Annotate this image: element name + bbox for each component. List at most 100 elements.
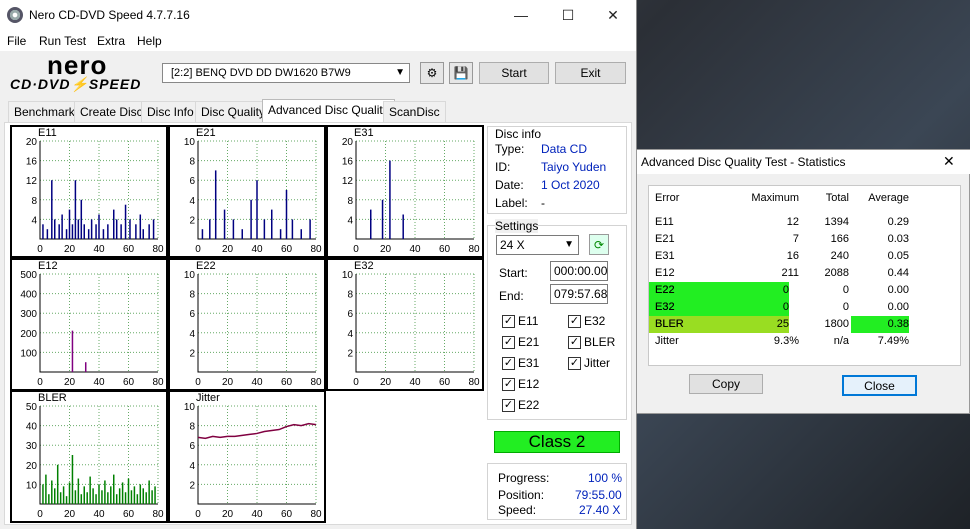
stats-cell-max: 7 xyxy=(792,233,799,245)
checkbox-e32[interactable]: ✓ xyxy=(568,315,581,328)
y-tick-label: 4 xyxy=(347,215,353,226)
exit-button[interactable]: Exit xyxy=(555,62,626,84)
stats-cell-error: E31 xyxy=(655,250,675,262)
tab-advanced-disc-quality[interactable]: Advanced Disc Quality xyxy=(262,99,395,122)
checkbox-e12[interactable]: ✓ xyxy=(502,378,515,391)
chart-jitter: Jitter 10 8 6 4 2 0 20 40 60 80 xyxy=(168,390,326,523)
stats-cell-avg: 0.44 xyxy=(887,267,909,279)
disc-date-value: 1 Oct 2020 xyxy=(541,178,600,192)
menu-run-test[interactable]: Run Test xyxy=(39,34,86,48)
chart-plot: 1086420 20 40 60 80 xyxy=(184,137,322,255)
chart-plot: 1086420 20 40 60 80 xyxy=(342,270,480,388)
chart-bler: BLER 50 40 30 20 10 0 20 40 60 80 xyxy=(10,390,168,523)
y-tick-label: 4 xyxy=(189,461,195,472)
end-label: End: xyxy=(499,289,524,303)
x-tick-label: 60 xyxy=(281,377,293,388)
position-label: Position: xyxy=(498,488,545,502)
start-button[interactable]: Start xyxy=(479,62,549,84)
stats-cell-avg: 7.49% xyxy=(877,335,909,347)
menu-help[interactable]: Help xyxy=(137,34,162,48)
start-time-field[interactable]: 000:00.00 xyxy=(550,261,608,281)
x-tick-label: 60 xyxy=(123,377,135,388)
end-time-field[interactable]: 079:57.68 xyxy=(550,284,608,304)
y-tick-label: 2 xyxy=(189,215,195,226)
x-tick-label: 20 xyxy=(64,509,76,520)
drive-select-value: [2:2] BENQ DVD DD DW1620 B7W9 xyxy=(171,67,351,79)
stats-header: Maximum xyxy=(751,192,799,204)
menu-file[interactable]: File xyxy=(7,34,26,48)
tab-scandisc[interactable]: ScanDisc xyxy=(383,101,446,122)
x-tick-label: 80 xyxy=(468,244,480,255)
stats-cell-avg: 0.38 xyxy=(851,316,909,333)
y-tick-label: 2 xyxy=(189,348,195,359)
window-title: Nero CD-DVD Speed 4.7.7.16 xyxy=(29,8,190,22)
statistics-dialog: Advanced Disc Quality Test - Statistics … xyxy=(636,149,970,414)
x-tick-label: 80 xyxy=(310,244,322,255)
stats-close-button[interactable]: Close xyxy=(842,375,917,396)
tab-benchmark[interactable]: Benchmark xyxy=(8,101,81,122)
y-tick-label: 4 xyxy=(189,196,195,207)
checkbox-e31[interactable]: ✓ xyxy=(502,357,515,370)
chart-plot: 201612840 20 40 60 80 xyxy=(342,137,480,255)
x-tick-label: 0 xyxy=(353,244,359,255)
x-tick-label: 0 xyxy=(195,509,201,520)
stats-cell-max: 16 xyxy=(786,250,799,262)
close-button[interactable]: ✕ xyxy=(590,0,636,31)
y-tick-label: 6 xyxy=(189,309,195,320)
disc-type-value: Data CD xyxy=(541,142,588,156)
x-tick-label: 80 xyxy=(152,509,164,520)
x-tick-label: 80 xyxy=(152,377,164,388)
checkbox-e21[interactable]: ✓ xyxy=(502,336,515,349)
disc-info-heading: Disc info xyxy=(495,127,542,141)
stats-header: Average xyxy=(868,192,909,204)
checkbox-e22[interactable]: ✓ xyxy=(502,399,515,412)
x-tick-label: 20 xyxy=(64,377,76,388)
stats-cell-total: 240 xyxy=(830,250,849,262)
stats-close-icon[interactable]: ✕ xyxy=(943,153,955,170)
stats-cell-total: 1394 xyxy=(824,216,849,228)
drive-select[interactable]: [2:2] BENQ DVD DD DW1620 B7W9 ▼ xyxy=(162,63,410,83)
speed-select[interactable]: 24 X ▼ xyxy=(496,235,579,255)
stats-cell-error: E21 xyxy=(655,233,675,245)
stats-cell-avg: 0.03 xyxy=(887,233,909,245)
x-tick-label: 40 xyxy=(93,377,105,388)
stats-table: Error Maximum Total Average E11 12 1394 0.29 E21… xyxy=(648,185,961,366)
checkbox-jitter[interactable]: ✓ xyxy=(568,357,581,370)
x-tick-label: 40 xyxy=(93,509,105,520)
chevron-down-icon: ▼ xyxy=(395,67,405,78)
checkbox-label: E32 xyxy=(584,314,606,328)
y-tick-label: 6 xyxy=(189,441,195,452)
save-icon[interactable]: 💾 xyxy=(449,62,473,84)
x-tick-label: 20 xyxy=(222,509,234,520)
settings-heading: Settings xyxy=(495,219,539,233)
checkbox-bler[interactable]: ✓ xyxy=(568,336,581,349)
tab-disc-quality[interactable]: Disc Quality xyxy=(195,101,272,122)
id-label: ID: xyxy=(495,160,511,174)
stats-cell-total: 0 xyxy=(842,301,849,313)
y-tick-label: 2 xyxy=(347,348,353,359)
stats-cell-max: 211 xyxy=(781,267,799,279)
chart-plot: 500 400 300 200 100 0 20 40 60 80 xyxy=(20,270,164,388)
speed-value: 27.40 X xyxy=(579,503,621,517)
checkbox-e11[interactable]: ✓ xyxy=(502,315,515,328)
chart-plot: 1086420 20 40 60 80 xyxy=(184,402,322,520)
stats-cell-error-label: BLER xyxy=(655,318,684,330)
x-tick-label: 40 xyxy=(251,509,263,520)
y-tick-label: 16 xyxy=(26,157,38,168)
maximize-button[interactable]: ☐ xyxy=(545,0,591,31)
disc-id-value: Taiyo Yuden xyxy=(541,160,607,174)
disc-info-icon[interactable]: ⚙ xyxy=(420,62,444,84)
minimize-button[interactable]: — xyxy=(498,0,544,31)
menu-extra[interactable]: Extra xyxy=(97,34,125,48)
progress-value: 100 % xyxy=(588,471,623,485)
stats-cell-max: 12 xyxy=(786,216,799,228)
chart-plot: 1086420 20 40 60 80 xyxy=(184,270,322,388)
refresh-icon[interactable]: ⟳ xyxy=(589,234,609,255)
y-tick-label: 4 xyxy=(189,329,195,340)
y-tick-label: 8 xyxy=(31,196,37,207)
x-tick-label: 20 xyxy=(222,244,234,255)
tab-disc-info[interactable]: Disc Info xyxy=(141,101,200,122)
copy-button[interactable]: Copy xyxy=(689,374,763,394)
tab-create-disc[interactable]: Create Disc xyxy=(74,101,149,122)
x-tick-label: 20 xyxy=(222,377,234,388)
